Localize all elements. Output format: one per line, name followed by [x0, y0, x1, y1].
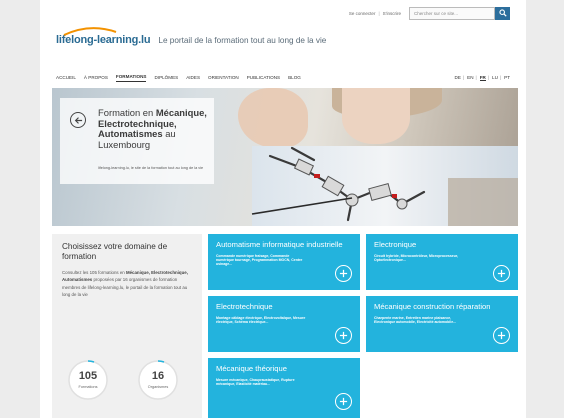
nav-item-formations[interactable]: Formations	[115, 74, 147, 82]
stats-row: 105 Formations 16 Organismes	[52, 354, 202, 410]
plus-icon	[497, 331, 506, 340]
hero-subtitle: lifelong-learning.lu, le site de la form…	[98, 166, 204, 170]
nav-item-accueil[interactable]: Accueil	[56, 75, 76, 82]
stat-organismes: 16 Organismes	[136, 358, 180, 402]
divider: |	[475, 75, 477, 80]
stat-value: 16	[151, 370, 165, 382]
stat-label: Organismes	[147, 385, 169, 389]
logo-tagline: Le portail de la formation tout au long …	[158, 36, 327, 45]
tile-title: Mécanique construction réparation	[374, 302, 491, 311]
tile-title: Mécanique théorique	[216, 364, 287, 373]
logo-arc-icon	[63, 27, 117, 36]
expand-button[interactable]	[335, 393, 352, 410]
page: Se connecter | S'inscrire lifelong-learn…	[40, 0, 526, 418]
expand-button[interactable]	[335, 265, 352, 282]
tile-title: Electronique	[374, 240, 417, 249]
language-switcher: DE | EN | FR | LU | PT	[454, 75, 510, 81]
utility-bar: Se connecter | S'inscrire	[349, 6, 510, 20]
search-icon	[498, 9, 507, 17]
main-navigation: Accueil À propos Formations Diplômes Aid…	[56, 73, 510, 83]
tile-electrotechnique[interactable]: Electrotechnique Montage câblage électri…	[208, 296, 360, 352]
divider: |	[462, 75, 465, 80]
divider: |	[487, 75, 490, 80]
stat-value: 105	[78, 370, 98, 382]
section-description: Consultez les 105 formations en Mécaniqu…	[62, 270, 188, 297]
lang-lu[interactable]: LU	[492, 75, 498, 81]
section-heading: Choisissez votre domaine de formation	[62, 242, 168, 261]
tile-mecanique-construction[interactable]: Mécanique construction réparation Charpe…	[366, 296, 518, 352]
plus-icon	[497, 269, 506, 278]
tile-title: Electrotechnique	[216, 302, 273, 311]
tile-automatisme[interactable]: Automatisme informatique industrielle Co…	[208, 234, 360, 290]
login-link[interactable]: Se connecter	[349, 11, 376, 16]
nav-item-a-propos[interactable]: À propos	[84, 75, 108, 82]
lang-de[interactable]: DE	[455, 75, 461, 81]
stat-label: Formations	[78, 385, 98, 389]
tile-title: Automatisme informatique industrielle	[216, 240, 343, 249]
tile-electronique[interactable]: Electronique Circuit hybride, Microcontr…	[366, 234, 518, 290]
nav-item-diplomes[interactable]: Diplômes	[154, 75, 178, 82]
tile-description: Commande numérique fraisage, Commande nu…	[216, 253, 303, 267]
expand-button[interactable]	[493, 265, 510, 282]
plus-icon	[339, 269, 348, 278]
expand-button[interactable]	[335, 327, 352, 344]
lang-pt[interactable]: PT	[504, 75, 510, 81]
tile-description: Charpente marine, Entretien marine plais…	[374, 315, 457, 324]
register-link[interactable]: S'inscrire	[383, 11, 401, 16]
site-logo[interactable]: lifelong-learning.lu Le portail de la fo…	[56, 27, 327, 46]
hero-card: Formation en Mécanique, Electrotechnique…	[60, 98, 214, 184]
hero-banner: Formation en Mécanique, Electrotechnique…	[52, 88, 518, 226]
search-button[interactable]	[495, 6, 510, 20]
expand-button[interactable]	[493, 327, 510, 344]
logo-mark: lifelong-learning.lu	[56, 27, 151, 46]
lang-en[interactable]: EN	[467, 75, 473, 81]
nav-item-publications[interactable]: Publications	[247, 75, 280, 82]
tile-description: Montage câblage électrique, Electrovolta…	[216, 315, 306, 324]
nav-item-blog[interactable]: Blog	[288, 75, 301, 82]
back-button[interactable]	[70, 112, 86, 128]
tile-mecanique-theorique[interactable]: Mécanique théorique Mesure mécanique, Ch…	[208, 358, 360, 418]
nav-item-aides[interactable]: Aides	[186, 75, 200, 82]
domain-info-panel: Choisissez votre domaine de formation Co…	[52, 234, 202, 418]
divider: |	[378, 10, 380, 16]
nav-item-orientation[interactable]: Orientation	[208, 75, 239, 82]
search-input[interactable]	[409, 6, 495, 20]
plus-icon	[339, 331, 348, 340]
plus-icon	[339, 397, 348, 406]
lang-fr[interactable]: FR	[479, 75, 486, 81]
tile-description: Circuit hybride, Microcontrôleur, Microp…	[374, 253, 459, 262]
divider: |	[499, 75, 502, 80]
stat-formations: 105 Formations	[66, 358, 110, 402]
page-title: Formation en Mécanique, Electrotechnique…	[98, 107, 207, 150]
arrow-left-icon	[74, 116, 82, 124]
tile-description: Mesure mécanique, Chaupraustatique, Rupt…	[216, 377, 295, 386]
